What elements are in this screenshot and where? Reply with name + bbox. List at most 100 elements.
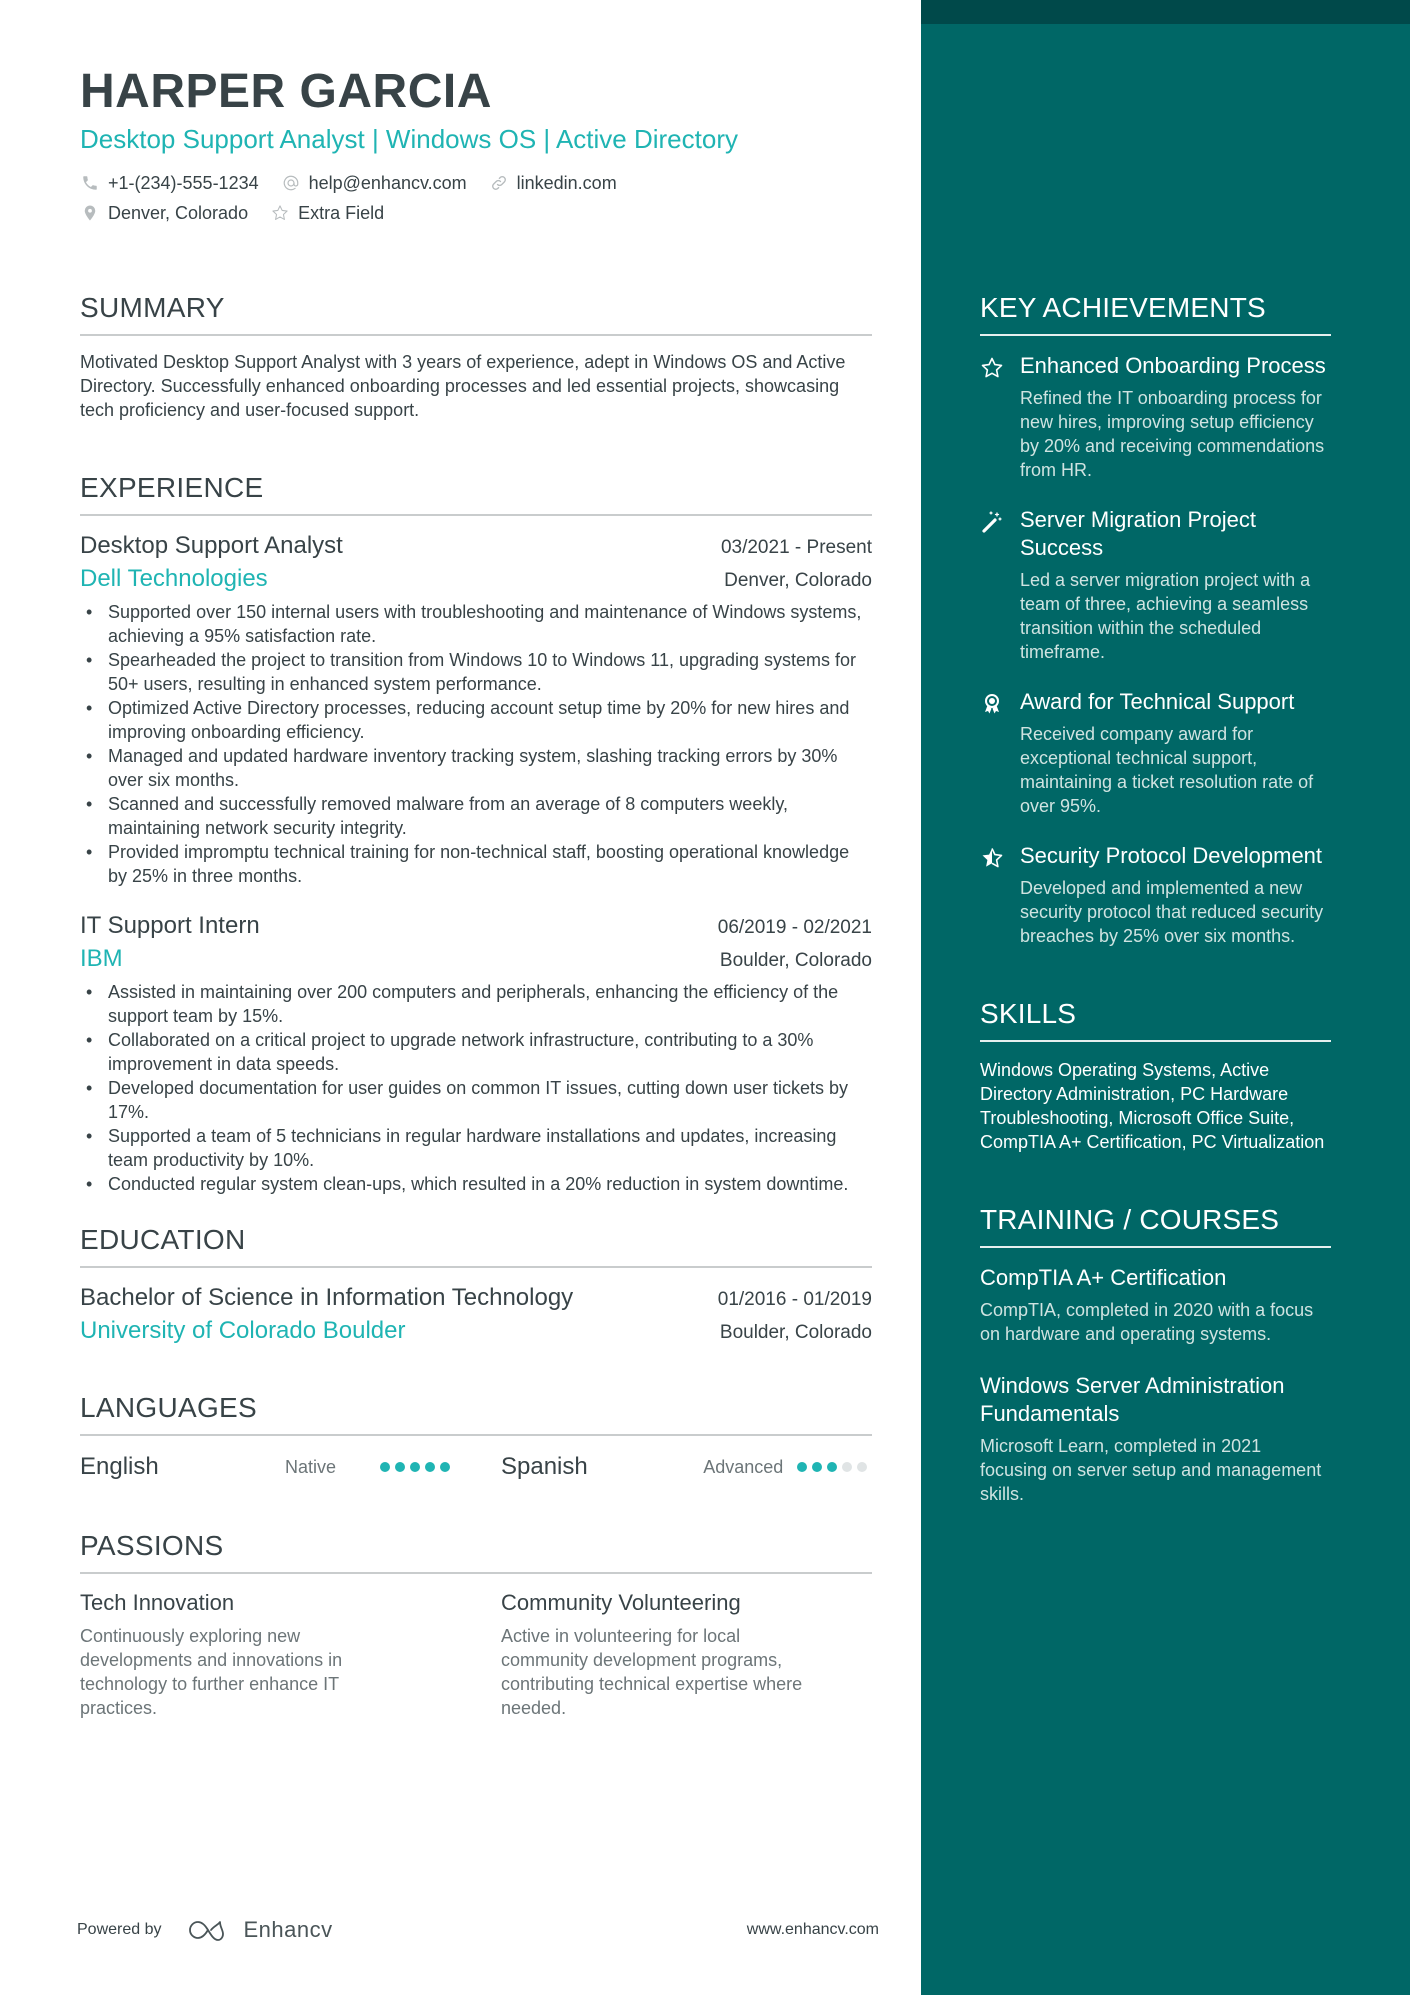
job-dates: 06/2019 - 02/2021 — [717, 917, 872, 938]
course-item: Windows Server Administration Fundamenta… — [980, 1372, 1331, 1506]
passions-section: PASSIONS Tech Innovation Continuously ex… — [80, 1528, 872, 1720]
location-text: Denver, Colorado — [108, 202, 249, 223]
enhancv-logo-text: Enhancv — [243, 1917, 333, 1942]
section-title: PASSIONS — [80, 1528, 872, 1574]
passion-desc: Active in volunteering for local communi… — [501, 1626, 803, 1718]
school-name: University of Colorado Boulder — [80, 1317, 406, 1344]
sidebar-content: KEY ACHIEVEMENTS Enhanced Onboarding Pro… — [980, 290, 1331, 1554]
training-section: TRAINING / COURSES CompTIA A+ Certificat… — [980, 1202, 1331, 1506]
bullet: Assisted in maintaining over 200 compute… — [80, 980, 872, 1028]
languages-list: English Native Spanish Advanced — [80, 1450, 872, 1484]
bullet: Supported a team of 5 technicians in reg… — [80, 1124, 872, 1172]
bullet: Provided impromptu technical training fo… — [80, 840, 872, 888]
link-text: linkedin.com — [516, 172, 617, 193]
website-link[interactable]: www.enhancv.com — [747, 1921, 879, 1939]
languages-section: LANGUAGES English Native Spanish Advance… — [80, 1390, 872, 1484]
skills-list: Windows Operating Systems, Active Direct… — [980, 1060, 1325, 1152]
rating-dot-filled — [827, 1462, 837, 1472]
rating-dot-empty — [842, 1462, 852, 1472]
achievement-item: Security Protocol Development Developed … — [980, 842, 1331, 948]
at-sign-icon — [281, 173, 301, 193]
extra-field-text: Extra Field — [298, 202, 385, 223]
job-entry: IT Support Intern 06/2019 - 02/2021 IBM … — [80, 910, 872, 1196]
passions-list: Tech Innovation Continuously exploring n… — [80, 1588, 872, 1720]
bullet: Scanned and successfully removed malware… — [80, 792, 872, 840]
contact-location: Denver, Colorado — [80, 203, 248, 224]
bullet: Developed documentation for user guides … — [80, 1076, 872, 1124]
language-name: English — [80, 1453, 159, 1480]
sidebar-top-band — [921, 0, 1410, 24]
rating-dot-filled — [425, 1462, 435, 1472]
rating-dot-filled — [380, 1462, 390, 1472]
skills-section: SKILLS Windows Operating Systems, Active… — [980, 996, 1331, 1154]
job-location: Boulder, Colorado — [719, 950, 872, 971]
award-ribbon-icon — [980, 688, 1020, 818]
magic-wand-icon — [980, 506, 1020, 664]
course-desc: Microsoft Learn, completed in 2021 focus… — [980, 1436, 1322, 1504]
contact-link[interactable]: linkedin.com — [489, 173, 617, 194]
phone-text: +1-(234)-555-1234 — [108, 172, 259, 193]
star-icon — [980, 352, 1020, 482]
bullet: Collaborated on a critical project to up… — [80, 1028, 872, 1076]
achievement-item: Server Migration Project Success Led a s… — [980, 506, 1331, 664]
achievement-item: Award for Technical Support Received com… — [980, 688, 1331, 818]
job-bullets: Supported over 150 internal users with t… — [80, 600, 872, 888]
achievement-desc: Developed and implemented a new security… — [1020, 878, 1324, 946]
language-level: Advanced — [703, 1456, 784, 1477]
footer: Powered by Enhancv www.enhancv.com — [77, 1910, 879, 1950]
degree: Bachelor of Science in Information Techn… — [80, 1284, 574, 1311]
section-title: EDUCATION — [80, 1222, 872, 1268]
language-level: Native — [285, 1456, 337, 1477]
contact-phone[interactable]: +1-(234)-555-1234 — [80, 173, 259, 194]
job-location: Denver, Colorado — [724, 570, 872, 591]
powered-by-label: Powered by — [77, 1921, 162, 1938]
key-achievements-section: KEY ACHIEVEMENTS Enhanced Onboarding Pro… — [980, 290, 1331, 948]
experience-section: EXPERIENCE Desktop Support Analyst 03/20… — [80, 470, 872, 1196]
job-entry: Desktop Support Analyst 03/2021 - Presen… — [80, 530, 872, 888]
achievement-desc: Received company award for exceptional t… — [1020, 724, 1314, 816]
education-dates: 01/2016 - 01/2019 — [717, 1289, 872, 1310]
rating-dot-filled — [395, 1462, 405, 1472]
job-bullets: Assisted in maintaining over 200 compute… — [80, 980, 872, 1196]
bullet: Supported over 150 internal users with t… — [80, 600, 872, 648]
bullet: Conducted regular system clean-ups, whic… — [80, 1172, 872, 1196]
course-desc: CompTIA, completed in 2020 with a focus … — [980, 1300, 1314, 1344]
passion-title: Tech Innovation — [80, 1590, 235, 1615]
passion-item: Community Volunteering Active in volunte… — [501, 1588, 872, 1720]
language-item: English Native — [80, 1453, 501, 1481]
language-rating — [380, 1462, 455, 1472]
bullet: Managed and updated hardware inventory t… — [80, 744, 872, 792]
education-section: EDUCATION Bachelor of Science in Informa… — [80, 1222, 872, 1348]
summary-text: Motivated Desktop Support Analyst with 3… — [80, 352, 846, 420]
half-star-icon — [980, 842, 1020, 948]
company-name: Dell Technologies — [80, 565, 268, 592]
section-title: EXPERIENCE — [80, 470, 872, 516]
link-icon — [489, 173, 509, 193]
course-title: CompTIA A+ Certification — [980, 1265, 1227, 1290]
achievement-desc: Refined the IT onboarding process for ne… — [1020, 388, 1325, 480]
contact-info: +1-(234)-555-1234 help@enhancv.com linke… — [80, 168, 872, 228]
achievement-title: Server Migration Project Success — [1020, 507, 1256, 560]
section-title: KEY ACHIEVEMENTS — [980, 290, 1331, 336]
resume-header: HARPER GARCIA Desktop Support Analyst | … — [80, 64, 872, 228]
candidate-name: HARPER GARCIA — [80, 65, 492, 118]
language-item: Spanish Advanced — [501, 1453, 872, 1481]
job-title: Desktop Support Analyst — [80, 532, 343, 559]
language-rating — [797, 1462, 872, 1472]
star-icon — [270, 203, 290, 223]
section-title: TRAINING / COURSES — [980, 1202, 1331, 1248]
education-entry: Bachelor of Science in Information Techn… — [80, 1282, 872, 1348]
phone-icon — [80, 173, 100, 193]
enhancv-logo[interactable]: Enhancv — [188, 1917, 333, 1943]
contact-email[interactable]: help@enhancv.com — [281, 173, 467, 194]
headline: Desktop Support Analyst | Windows OS | A… — [80, 124, 738, 154]
achievement-desc: Led a server migration project with a te… — [1020, 570, 1311, 662]
achievement-title: Award for Technical Support — [1020, 689, 1295, 714]
course-title: Windows Server Administration Fundamenta… — [980, 1373, 1285, 1426]
rating-dot-filled — [797, 1462, 807, 1472]
rating-dot-filled — [410, 1462, 420, 1472]
rating-dot-filled — [440, 1462, 450, 1472]
bullet: Spearheaded the project to transition fr… — [80, 648, 872, 696]
passion-title: Community Volunteering — [501, 1590, 741, 1615]
rating-dot-filled — [812, 1462, 822, 1472]
